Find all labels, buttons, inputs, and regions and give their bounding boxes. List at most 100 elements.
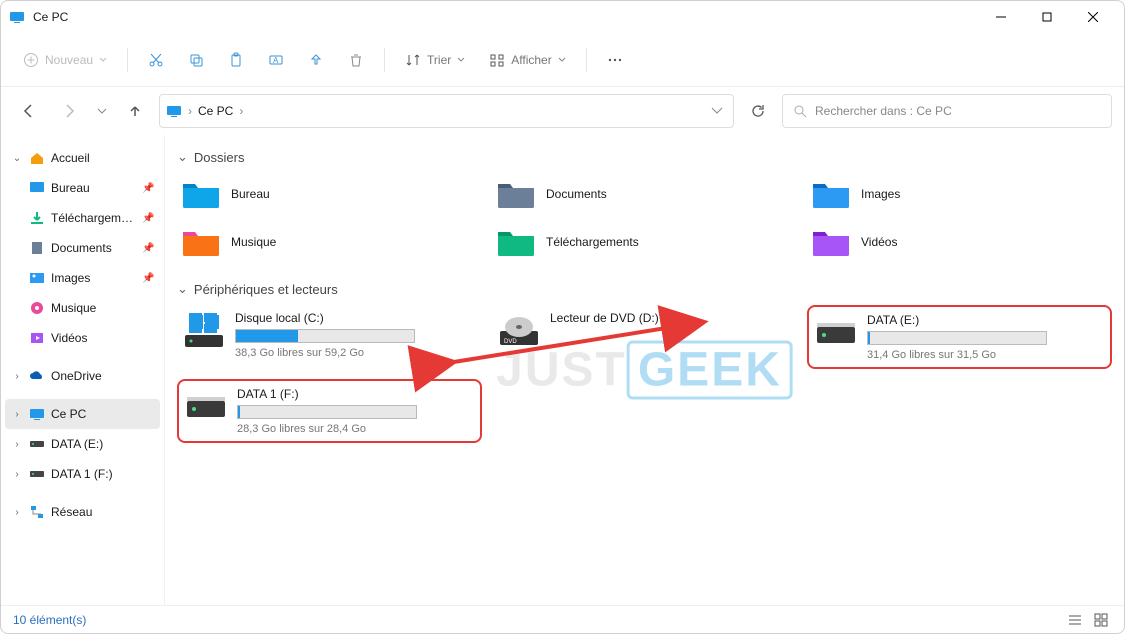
expand-icon[interactable]: › — [11, 409, 23, 420]
sidebar-item-bureau[interactable]: Bureau 📌 — [5, 173, 160, 203]
sidebar-item-videos[interactable]: Vidéos — [5, 323, 160, 353]
separator — [384, 48, 385, 72]
folder-item[interactable]: Téléchargements — [492, 221, 797, 263]
icons-view-button[interactable] — [1090, 610, 1112, 630]
sidebar-item-thispc[interactable]: › Ce PC — [5, 399, 160, 429]
drive-usage-bar — [235, 329, 415, 343]
close-button[interactable] — [1070, 1, 1116, 33]
app-icon — [9, 9, 25, 25]
drive-subtext: 38,3 Go libres sur 59,2 Go — [235, 347, 476, 359]
drive-name: DATA 1 (F:) — [237, 387, 474, 401]
section-folders-header[interactable]: ⌄ Dossiers — [177, 149, 1112, 165]
sidebar-label: Documents — [51, 241, 136, 255]
music-icon — [29, 300, 45, 316]
folder-item[interactable]: Bureau — [177, 173, 482, 215]
drive-item[interactable]: DVDLecteur de DVD (D:) — [492, 305, 797, 369]
sidebar-item-images[interactable]: Images 📌 — [5, 263, 160, 293]
forward-button[interactable] — [53, 95, 85, 127]
sidebar-item-music[interactable]: Musique — [5, 293, 160, 323]
drive-subtext: 28,3 Go libres sur 28,4 Go — [237, 423, 474, 435]
search-placeholder: Rechercher dans : Ce PC — [815, 104, 952, 118]
rename-icon: A — [268, 52, 284, 68]
drive-item[interactable]: Disque local (C:)38,3 Go libres sur 59,2… — [177, 305, 482, 369]
expand-icon[interactable]: › — [11, 371, 23, 382]
title-bar: Ce PC — [1, 1, 1124, 33]
folder-icon — [496, 178, 536, 210]
pc-icon — [166, 103, 182, 119]
folder-item[interactable]: Vidéos — [807, 221, 1112, 263]
plus-circle-icon — [23, 52, 39, 68]
expand-icon[interactable]: › — [11, 469, 23, 480]
pin-icon: 📌 — [142, 213, 154, 224]
separator — [586, 48, 587, 72]
sidebar-item-network[interactable]: › Réseau — [5, 497, 160, 527]
drive-icon — [29, 466, 45, 482]
status-bar: 10 élément(s) — [1, 605, 1124, 633]
delete-button[interactable] — [338, 42, 374, 78]
drive-item[interactable]: DATA (E:)31,4 Go libres sur 31,5 Go — [807, 305, 1112, 369]
folder-label: Bureau — [231, 187, 270, 201]
sidebar-item-downloads[interactable]: Téléchargements 📌 — [5, 203, 160, 233]
drives-grid: Disque local (C:)38,3 Go libres sur 59,2… — [177, 305, 1112, 443]
sort-label: Trier — [427, 53, 451, 67]
folder-icon — [181, 178, 221, 210]
breadcrumb-root[interactable]: Ce PC — [198, 104, 233, 118]
view-label: Afficher — [511, 53, 551, 67]
view-button[interactable]: Afficher — [479, 42, 575, 78]
sidebar-label: Bureau — [51, 181, 136, 195]
drive-item[interactable]: DATA 1 (F:) 28,3 Go libres sur 28,4 Go — [177, 379, 482, 443]
expand-icon[interactable]: › — [11, 507, 23, 518]
view-icon — [489, 52, 505, 68]
sidebar-label: DATA 1 (F:) — [51, 467, 154, 481]
videos-icon — [29, 330, 45, 346]
sort-button[interactable]: Trier — [395, 42, 475, 78]
maximize-button[interactable] — [1024, 1, 1070, 33]
content-pane: JUSTGEEK ⌄ Dossiers Bureau Documents Ima… — [165, 135, 1124, 605]
ellipsis-icon — [607, 52, 623, 68]
folder-item[interactable]: Images — [807, 173, 1112, 215]
chevron-down-icon — [99, 56, 107, 64]
up-button[interactable] — [119, 95, 151, 127]
more-button[interactable] — [597, 42, 633, 78]
folder-item[interactable]: Musique — [177, 221, 482, 263]
folder-label: Images — [861, 187, 900, 201]
history-dropdown-icon[interactable] — [711, 105, 723, 117]
sidebar-item-home[interactable]: ⌄ Accueil — [5, 143, 160, 173]
copy-button[interactable] — [178, 42, 214, 78]
pc-icon — [29, 406, 45, 422]
sidebar-label: Accueil — [51, 151, 154, 165]
folder-item[interactable]: Documents — [492, 173, 797, 215]
window-title: Ce PC — [33, 10, 68, 24]
folder-label: Vidéos — [861, 235, 897, 249]
recent-button[interactable] — [93, 95, 111, 127]
address-bar[interactable]: › Ce PC › — [159, 94, 734, 128]
documents-icon — [29, 240, 45, 256]
sidebar-item-documents[interactable]: Documents 📌 — [5, 233, 160, 263]
details-view-button[interactable] — [1064, 610, 1086, 630]
sidebar-item-data-e[interactable]: › DATA (E:) — [5, 429, 160, 459]
minimize-button[interactable] — [978, 1, 1024, 33]
paste-button[interactable] — [218, 42, 254, 78]
sidebar-label: Ce PC — [51, 407, 154, 421]
expand-icon[interactable]: › — [11, 439, 23, 450]
svg-text:DVD: DVD — [504, 339, 517, 345]
chevron-down-icon: ⌄ — [177, 149, 188, 165]
sidebar-item-data-1-f[interactable]: › DATA 1 (F:) — [5, 459, 160, 489]
refresh-button[interactable] — [742, 95, 774, 127]
search-box[interactable]: Rechercher dans : Ce PC — [782, 94, 1112, 128]
sidebar-label: Réseau — [51, 505, 154, 519]
new-button[interactable]: Nouveau — [13, 42, 117, 78]
back-button[interactable] — [13, 95, 45, 127]
disk-drive-icon — [815, 313, 857, 355]
share-button[interactable] — [298, 42, 334, 78]
pin-icon: 📌 — [142, 183, 154, 194]
share-icon — [308, 52, 324, 68]
section-drives-header[interactable]: ⌄ Périphériques et lecteurs — [177, 281, 1112, 297]
chevron-down-icon — [558, 56, 566, 64]
trash-icon — [348, 52, 364, 68]
sidebar-item-onedrive[interactable]: › OneDrive — [5, 361, 160, 391]
rename-button[interactable]: A — [258, 42, 294, 78]
expand-icon[interactable]: ⌄ — [11, 153, 23, 164]
dvd-drive-icon: DVD — [498, 311, 540, 353]
cut-button[interactable] — [138, 42, 174, 78]
